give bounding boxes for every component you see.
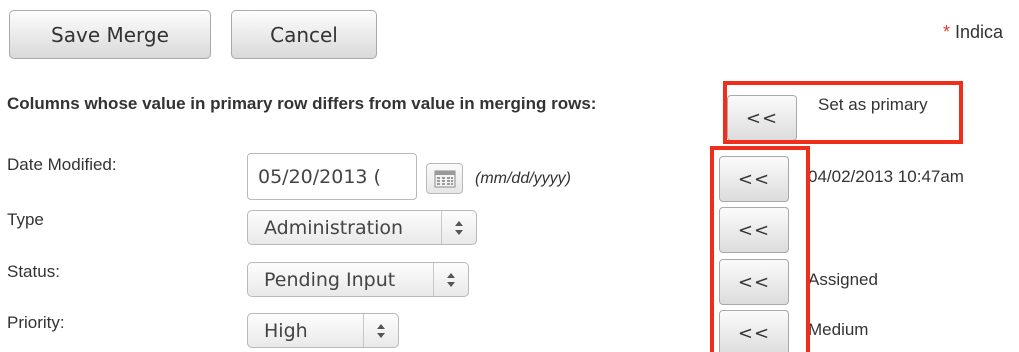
merge-buttons-highlight-top	[710, 146, 810, 150]
required-indicator-text: Indica	[955, 22, 1004, 42]
status-merge-value: Assigned	[808, 270, 878, 289]
section-heading: Columns whose value in primary row diffe…	[7, 94, 597, 113]
chevron-updown-icon	[363, 314, 398, 347]
save-merge-button[interactable]: Save Merge	[9, 10, 211, 59]
chevron-updown-icon	[433, 263, 468, 296]
status-select-value: Pending Input	[264, 268, 396, 291]
type-select[interactable]: Administration	[247, 210, 477, 245]
date-modified-label: Date Modified:	[7, 155, 117, 174]
date-modified-merge-value: 04/02/2013 10:47am	[808, 167, 964, 186]
merge-priority-button[interactable]: <<	[719, 310, 789, 352]
required-indicator: * Indica	[943, 22, 1003, 43]
priority-label: Priority:	[7, 313, 65, 332]
cancel-button[interactable]: Cancel	[231, 10, 377, 59]
status-select[interactable]: Pending Input	[247, 262, 469, 297]
priority-select[interactable]: High	[247, 313, 399, 348]
status-label: Status:	[7, 262, 60, 281]
set-primary-button[interactable]: <<	[727, 95, 797, 141]
chevron-updown-icon	[441, 211, 476, 244]
required-star: *	[943, 22, 951, 42]
set-primary-label: Set as primary	[818, 95, 928, 114]
priority-merge-value: Medium	[808, 320, 869, 339]
merge-buttons-highlight-left	[710, 146, 714, 352]
merge-status-button[interactable]: <<	[719, 259, 789, 305]
merge-buttons-highlight-right	[806, 146, 810, 352]
type-label: Type	[7, 210, 44, 229]
calendar-button[interactable]	[426, 163, 463, 194]
date-format-hint: (mm/dd/yyyy)	[475, 170, 571, 187]
priority-select-value: High	[264, 319, 308, 342]
type-select-value: Administration	[264, 216, 404, 239]
merge-date-modified-button[interactable]: <<	[719, 156, 789, 202]
merge-type-button[interactable]: <<	[719, 207, 789, 253]
calendar-icon	[434, 170, 455, 187]
date-modified-input[interactable]: 05/20/2013 (	[247, 153, 417, 200]
